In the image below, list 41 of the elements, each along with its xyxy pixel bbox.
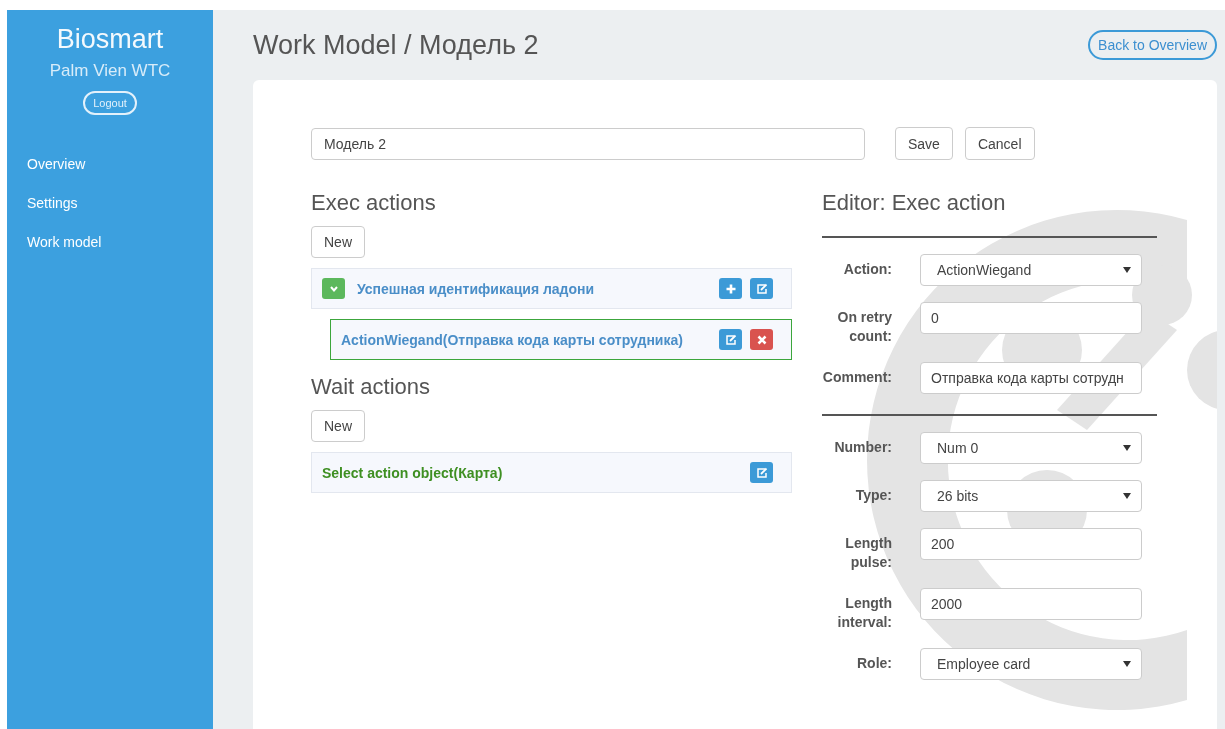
form-button[interactable]: Save [895, 127, 953, 160]
input-field[interactable]: Отправка кода карты сотрудн [920, 362, 1142, 394]
caret-icon [1123, 445, 1131, 451]
page-title: Work Model / Модель 2 [253, 29, 539, 61]
wait-action-label: Select action object(Карта) [322, 464, 504, 481]
input-field[interactable]: 200 [920, 528, 1142, 560]
plus-icon[interactable] [719, 278, 742, 299]
wait-action-row[interactable]: Select action object(Карта) [311, 452, 792, 493]
action-group-label: Успешная идентификация ладони [357, 280, 596, 297]
dropdown[interactable]: 26 bits [920, 480, 1142, 512]
caret-icon [1123, 267, 1131, 273]
edit-icon[interactable] [719, 329, 742, 350]
new-button[interactable]: New [311, 226, 365, 258]
section-heading: Exec actions [311, 190, 436, 216]
action-label: ActionWiegand(Отправка кода карты сотрудника) [341, 331, 684, 348]
caret-icon [1123, 493, 1131, 499]
field-label: Length interval: [836, 594, 892, 632]
form-button[interactable]: Cancel [964, 127, 1035, 160]
caret-icon [1123, 661, 1131, 667]
new-button[interactable]: New [311, 410, 365, 442]
field-label: Action: [842, 260, 892, 279]
edit-icon[interactable] [750, 462, 773, 483]
brand-title: Biosmart [56, 24, 164, 55]
model-name-field[interactable]: Модель 2 [311, 127, 865, 160]
field-label: Length pulse: [844, 534, 892, 572]
site-name: Palm Vien WTC [49, 61, 171, 81]
edit-icon[interactable] [750, 278, 773, 299]
dropdown[interactable]: ActionWiegand [920, 254, 1142, 286]
field-label: Comment: [822, 368, 892, 387]
dropdown[interactable]: Num 0 [920, 432, 1142, 464]
section-heading: Wait actions [311, 374, 430, 400]
close-icon[interactable] [750, 329, 773, 350]
chevron-icon[interactable] [322, 278, 345, 299]
field-label: Role: [856, 654, 892, 673]
field-label: Type: [854, 486, 892, 505]
editor-heading: Editor: Exec action [822, 190, 1007, 216]
input-field[interactable]: 0 [920, 302, 1142, 334]
field-label: Number: [833, 438, 892, 457]
dropdown[interactable]: Employee card [920, 648, 1142, 680]
input-field[interactable]: 2000 [920, 588, 1142, 620]
field-label: On retry count: [836, 308, 892, 346]
